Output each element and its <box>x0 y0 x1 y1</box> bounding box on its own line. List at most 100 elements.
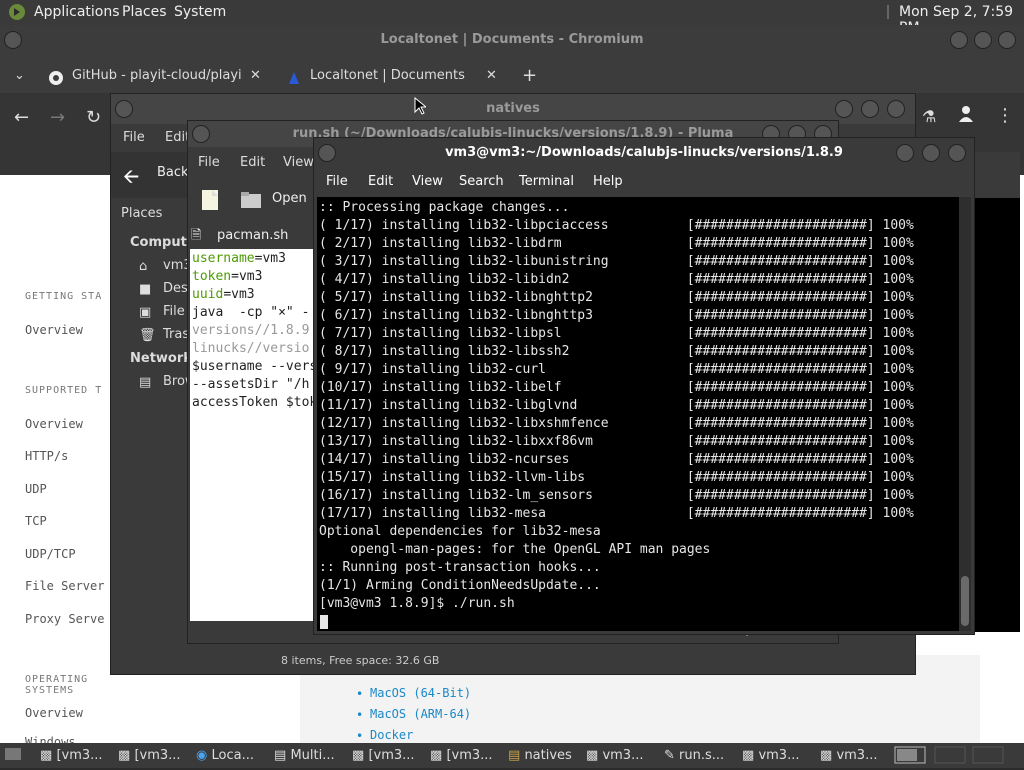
terminal-scrollbar-thumb[interactable] <box>961 576 969 626</box>
menu-file[interactable]: File <box>326 174 348 189</box>
open-folder-icon[interactable] <box>240 191 262 213</box>
menu-terminal[interactable]: Terminal <box>519 174 574 189</box>
sidebar-item-filesystem[interactable]: File <box>163 304 185 319</box>
bullet: • <box>356 687 364 701</box>
menu-file[interactable]: File <box>198 155 220 170</box>
code-line: $username --vers <box>192 359 318 374</box>
link-macos-arm[interactable]: MacOS (ARM-64) <box>370 707 471 721</box>
nav-item[interactable]: UDP <box>25 482 47 496</box>
workspace-switcher-3[interactable] <box>972 746 1004 765</box>
nav-item[interactable]: HTTP/s <box>25 449 68 463</box>
taskbar-item[interactable]: ▤ natives <box>508 746 572 765</box>
menu-edit[interactable]: Edit <box>240 155 265 170</box>
workspace-switcher-2[interactable] <box>934 746 966 765</box>
tab-strip: ⌄ GitHub - playit-cloud/playit ✕ Localto… <box>0 55 1024 93</box>
terminal-line: ( 7/17) installing lib32-libpsl [#######… <box>319 326 914 341</box>
nav-item[interactable]: TCP <box>25 514 47 528</box>
link-macos-64[interactable]: MacOS (64-Bit) <box>370 686 471 700</box>
close-icon[interactable] <box>887 100 905 118</box>
window-title: Localtonet | Documents - Chromium <box>380 32 644 47</box>
tab-label: GitHub - playit-cloud/playit <box>72 68 242 83</box>
taskbar-item[interactable]: ▩ vm3... <box>586 746 643 765</box>
menu-system[interactable]: System <box>174 4 226 20</box>
tab-label: Localtonet | Documents <box>310 68 465 83</box>
new-document-icon[interactable] <box>200 189 220 215</box>
new-tab-button[interactable]: + <box>522 61 537 91</box>
places-label[interactable]: Places <box>121 206 162 221</box>
maximize-icon[interactable] <box>974 31 992 49</box>
taskbar-item[interactable]: ▩ [vm3... <box>118 746 181 765</box>
tab-localtonet[interactable]: Localtonet | Documents ✕ <box>280 61 510 91</box>
window-menu-icon[interactable] <box>318 144 336 162</box>
back-arrow-icon[interactable]: ← <box>14 107 29 128</box>
menu-places[interactable]: Places <box>122 4 167 20</box>
taskbar-item[interactable]: ▩ [vm3... <box>352 746 415 765</box>
free-space-status: 8 items, Free space: 32.6 GB <box>281 654 440 667</box>
nav-item[interactable]: Overview <box>25 417 83 431</box>
open-button[interactable]: Open <box>272 191 307 206</box>
labs-flask-icon[interactable]: ⚗ <box>922 107 936 126</box>
link-docker[interactable]: Docker <box>370 728 413 742</box>
chromium-app-icon: ◉ <box>196 748 208 763</box>
workspace-switcher[interactable] <box>894 746 926 765</box>
nav-overview[interactable]: Overview <box>25 323 83 337</box>
document-tab[interactable]: 🗎 pacman.sh <box>188 223 318 249</box>
nav-item[interactable]: UDP/TCP <box>25 547 76 561</box>
terminal-app-icon: ▩ <box>742 748 755 763</box>
reload-icon[interactable]: ↻ <box>86 107 101 128</box>
menu-help[interactable]: Help <box>593 174 623 189</box>
tab-list-chevron-icon[interactable]: ⌄ <box>14 61 25 91</box>
tab-close-icon[interactable]: ✕ <box>250 61 261 91</box>
taskbar-item[interactable]: ▩ vm3... <box>742 746 799 765</box>
tab-close-icon[interactable]: ✕ <box>486 61 497 91</box>
terminal-output[interactable]: :: Processing package changes... ( 1/17)… <box>317 197 959 631</box>
taskbar-item[interactable]: ▩ vm3... <box>820 746 877 765</box>
document-tab-label: pacman.sh <box>217 228 289 243</box>
menu-file[interactable]: File <box>123 130 145 145</box>
taskbar-item[interactable]: ▩ [vm3... <box>40 746 103 765</box>
taskbar-item[interactable]: ◉ Loca... <box>196 746 254 765</box>
terminal-titlebar[interactable]: vm3@vm3:~/Downloads/calubjs-linucks/vers… <box>314 138 974 168</box>
back-button[interactable]: Back <box>157 165 189 180</box>
minimize-icon[interactable] <box>835 100 853 118</box>
menu-search[interactable]: Search <box>459 174 504 189</box>
terminal-line: (11/17) installing lib32-libglvnd [#####… <box>319 398 914 413</box>
back-arrow-icon[interactable]: 🡨 <box>123 162 139 196</box>
menu-view[interactable]: View <box>283 155 314 170</box>
minimize-icon[interactable] <box>896 144 914 162</box>
bullet: • <box>356 708 364 722</box>
code-line: --assetsDir "/h <box>192 377 310 392</box>
sidebar-item-desktop[interactable]: Des <box>163 281 188 296</box>
menu-edit[interactable]: Edit <box>368 174 393 189</box>
chromium-titlebar[interactable]: Localtonet | Documents - Chromium <box>0 25 1024 55</box>
nav-item[interactable]: Proxy Serve <box>25 612 104 626</box>
nav-windows[interactable]: Windows <box>25 735 76 743</box>
window-menu-icon[interactable] <box>4 31 22 49</box>
kebab-menu-icon[interactable]: ⋮ <box>996 105 1014 126</box>
close-icon[interactable] <box>948 144 966 162</box>
maximize-icon[interactable] <box>861 100 879 118</box>
window-menu-icon[interactable] <box>115 100 133 118</box>
menu-view[interactable]: View <box>412 174 443 189</box>
sidebar-item-trash[interactable]: Tras <box>163 327 189 342</box>
nav-item[interactable]: File Server <box>25 579 104 593</box>
taskbar-item[interactable]: ▩ [vm3... <box>430 746 493 765</box>
taskbar-item[interactable]: ▤ Multi... <box>274 746 335 765</box>
profile-icon[interactable] <box>958 105 974 127</box>
taskbar-item[interactable]: ✎ run.s... <box>664 746 724 765</box>
maximize-icon[interactable] <box>922 144 940 162</box>
show-desktop-icon[interactable] <box>4 746 22 765</box>
menu-applications[interactable]: Applications <box>34 4 120 20</box>
minimize-icon[interactable] <box>950 31 968 49</box>
close-icon[interactable] <box>998 31 1016 49</box>
terminal-prompt-line: [vm3@vm3 1.8.9]$ ./run.sh <box>319 596 515 611</box>
tab-github[interactable]: GitHub - playit-cloud/playit ✕ <box>40 61 270 91</box>
forward-arrow-icon[interactable]: → <box>50 107 65 128</box>
background-terminal-window[interactable] <box>970 152 1020 632</box>
nav-overview-os[interactable]: Overview <box>25 706 83 720</box>
terminal-scrollbar[interactable] <box>959 197 971 631</box>
terminal-line: ( 1/17) installing lib32-libpciaccess [#… <box>319 218 914 233</box>
window-title: vm3@vm3:~/Downloads/calubjs-linucks/vers… <box>445 145 843 160</box>
mate-logo-icon[interactable] <box>8 3 26 25</box>
window-menu-icon[interactable] <box>192 125 210 143</box>
